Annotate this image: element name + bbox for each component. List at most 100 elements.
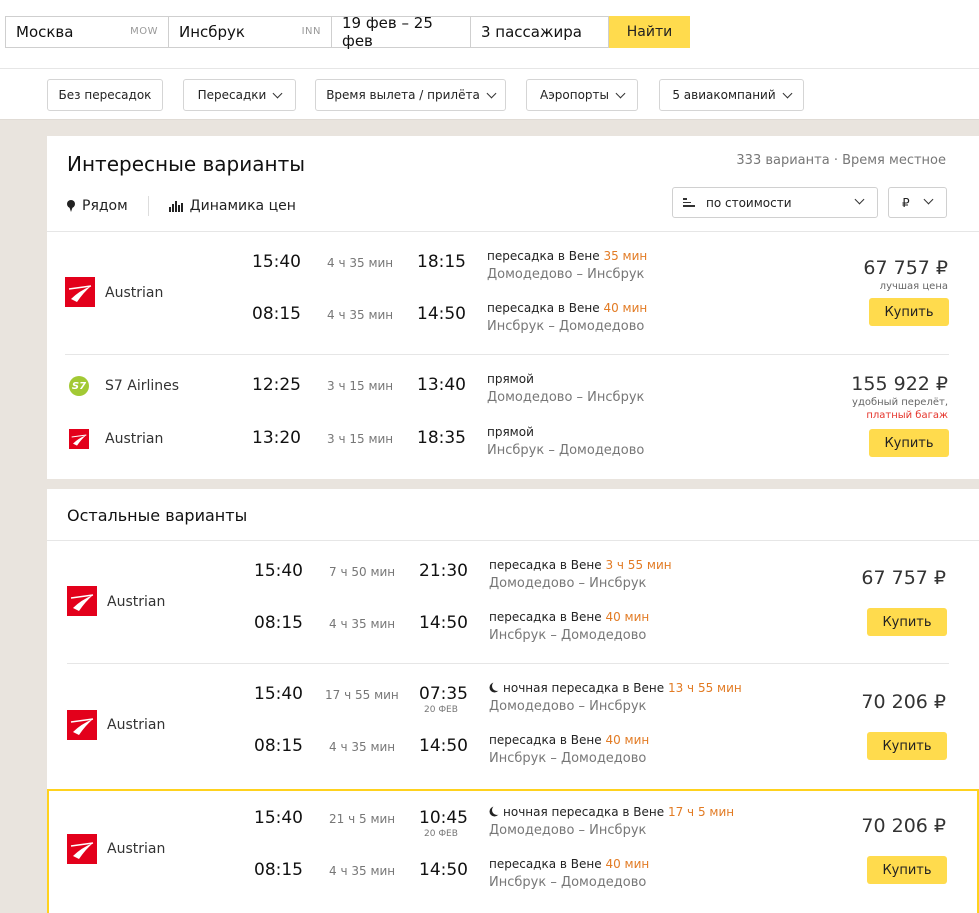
other-options-card: Остальные варианты Austrian 15:40 7 ч 50…	[47, 489, 979, 913]
transfer-text: пересадка в Вене	[489, 733, 602, 747]
filter-label: Без пересадок	[58, 88, 152, 102]
to-code: INN	[301, 26, 321, 37]
transfer-text: пересадка в Вене	[487, 249, 600, 263]
transfer-info: пересадка в Вене 40 мин	[489, 610, 649, 624]
subnav-divider	[147, 196, 149, 216]
transfer-time: 40 мин	[605, 610, 650, 624]
transfer-time: 40 мин	[605, 733, 650, 747]
filter-nonstop-button[interactable]: Без пересадок	[47, 79, 163, 111]
moon-icon	[492, 681, 502, 691]
departure-time: 08:15	[254, 860, 303, 880]
buy-button[interactable]: Купить	[869, 429, 949, 457]
buy-button[interactable]: Купить	[867, 732, 947, 760]
filter-label: 5 авиакомпаний	[672, 88, 776, 102]
arrival-time: 14:50	[419, 613, 468, 633]
from-code: MOW	[130, 26, 158, 37]
route: Инсбрук – Домодедово	[489, 875, 647, 890]
filter-airports-button[interactable]: Аэропорты	[526, 79, 638, 111]
buy-button[interactable]: Купить	[867, 608, 947, 636]
departure-time: 15:40	[252, 252, 301, 272]
transfer-info: пересадка в Вене 40 мин	[487, 301, 647, 315]
route: Домодедово – Инсбрук	[487, 267, 645, 282]
transfer-time: 13 ч 55 мин	[667, 681, 742, 695]
find-button[interactable]: Найти	[609, 16, 690, 48]
passengers-value: 3 пассажира	[481, 23, 582, 41]
transfer-time: 40 мин	[605, 857, 650, 871]
offer-row[interactable]: Austrian 15:40 21 ч 5 мин 10:45 20 ФЕВ н…	[47, 789, 979, 913]
passengers-field[interactable]: 3 пассажира	[470, 16, 609, 48]
filter-transfers-button[interactable]: Пересадки	[183, 79, 296, 111]
from-value: Москва	[16, 23, 74, 41]
arrival-time: 07:35	[419, 684, 468, 704]
search-bar: Москва MOW Инсбрук INN 19 фев – 25 фев 3…	[0, 0, 979, 68]
paid-baggage-note: платный багаж	[866, 410, 948, 421]
dates-field[interactable]: 19 фев – 25 фев	[331, 14, 471, 50]
arrival-time: 14:50	[419, 736, 468, 756]
dynamics-label: Динамика цен	[189, 198, 296, 214]
departure-time: 13:20	[252, 428, 301, 448]
from-field[interactable]: Москва MOW	[5, 16, 169, 48]
nearby-label: Рядом	[82, 198, 128, 214]
transfer-time: 40 мин	[603, 301, 648, 315]
route: Инсбрук – Домодедово	[487, 319, 645, 334]
airline-name: Austrian	[105, 285, 164, 301]
transfer-text: пересадка в Вене	[489, 558, 602, 572]
transfer-info: прямой	[487, 425, 534, 439]
filter-label: Пересадки	[197, 88, 267, 102]
price: 70 206 ₽	[861, 815, 946, 837]
interesting-title: Интересные варианты	[67, 152, 306, 176]
offer-row[interactable]: Austrian 15:40 7 ч 50 мин 21:30 пересадк…	[47, 541, 979, 663]
duration: 3 ч 15 мин	[327, 379, 394, 393]
buy-button[interactable]: Купить	[869, 298, 949, 326]
transfer-info: ночная пересадка в Вене 13 ч 55 мин	[489, 681, 742, 695]
transfer-time: 17 ч 5 мин	[667, 805, 735, 819]
route: Инсбрук – Домодедово	[489, 628, 647, 643]
sort-select[interactable]: по стоимости	[672, 187, 878, 218]
currency-select[interactable]: ₽	[888, 187, 947, 218]
transfer-text: пересадка в Вене	[489, 857, 602, 871]
filter-label: Аэропорты	[539, 88, 610, 102]
offer-row[interactable]: Austrian 15:40 4 ч 35 мин 18:15 пересадк…	[47, 232, 979, 354]
route: Домодедово – Инсбрук	[489, 576, 647, 591]
austrian-logo	[67, 834, 97, 864]
transfer-info: прямой	[487, 372, 534, 386]
offer-row[interactable]: Austrian 15:40 17 ч 55 мин 07:35 20 ФЕВ …	[47, 664, 979, 788]
transfer-text: пересадка в Вене	[487, 301, 600, 315]
sort-lines-icon	[683, 198, 695, 207]
offer-row[interactable]: S7 S7 Airlines Austrian 12:25 3 ч 15 мин…	[47, 355, 979, 479]
departure-time: 08:15	[252, 304, 301, 324]
moon-icon	[492, 805, 502, 815]
price-dynamics-link[interactable]: Динамика цен	[168, 198, 296, 214]
route: Домодедово – Инсбрук	[489, 823, 647, 838]
filter-bar: Без пересадок Пересадки Время вылета / п…	[0, 68, 979, 120]
best-price-note: лучшая цена	[879, 281, 948, 292]
austrian-logo	[69, 429, 89, 449]
departure-time: 15:40	[254, 808, 303, 828]
arrival-time: 10:45	[419, 808, 468, 828]
chevron-down-icon	[923, 194, 934, 205]
price: 155 922 ₽	[851, 373, 948, 395]
next-day-date: 20 ФЕВ	[424, 705, 458, 715]
subnav: Рядом Динамика цен	[67, 196, 296, 216]
chevron-down-icon	[486, 88, 497, 98]
departure-time: 08:15	[254, 736, 303, 756]
to-field[interactable]: Инсбрук INN	[168, 16, 332, 48]
to-value: Инсбрук	[179, 23, 245, 41]
transfer-info: ночная пересадка в Вене 17 ч 5 мин	[489, 805, 734, 819]
filter-airlines-button[interactable]: 5 авиакомпаний	[659, 79, 804, 111]
transfer-info: пересадка в Вене 40 мин	[489, 733, 649, 747]
duration: 4 ч 35 мин	[327, 308, 394, 322]
duration: 4 ч 35 мин	[329, 864, 396, 878]
buy-button[interactable]: Купить	[867, 856, 947, 884]
arrival-time: 21:30	[419, 561, 468, 581]
nearby-link[interactable]: Рядом	[67, 198, 128, 214]
filter-time-button[interactable]: Время вылета / прилёта	[315, 79, 506, 111]
austrian-logo	[67, 586, 97, 616]
departure-time: 08:15	[254, 613, 303, 633]
route: Домодедово – Инсбрук	[489, 699, 647, 714]
duration: 21 ч 5 мин	[329, 812, 396, 826]
filter-label: Время вылета / прилёта	[326, 88, 480, 102]
airline-name: Austrian	[107, 717, 166, 733]
dates-value: 19 фев – 25 фев	[342, 14, 433, 50]
price: 70 206 ₽	[861, 691, 946, 713]
